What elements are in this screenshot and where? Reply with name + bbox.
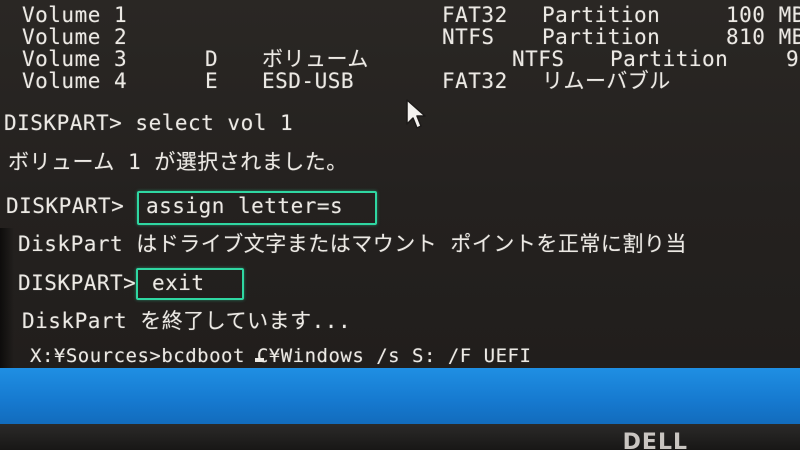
volume-label: ESD-USB xyxy=(262,69,355,93)
cmdline-prefix: X:¥Sources>bcdboot C xyxy=(30,345,269,367)
taskbar-blue xyxy=(0,368,800,424)
cmdline-suffix: ¥Windows /s S: /F UEFI xyxy=(268,345,532,367)
dell-logo: DELL xyxy=(622,430,688,450)
message-diskpart-exiting: DiskPart を終了しています... xyxy=(22,309,352,333)
volume-letter: E xyxy=(205,69,219,93)
prompt-select-vol: DISKPART> select vol 1 xyxy=(4,111,294,135)
message-volume-selected: ボリューム 1 が選択されました。 xyxy=(8,150,348,174)
volume-fs: FAT32 xyxy=(442,69,508,93)
exit-command-highlight xyxy=(136,268,244,300)
message-assign-success: DiskPart はドライブ文字またはマウント ポイントを正常に割り当 xyxy=(18,232,687,256)
prompt-assign: DISKPART> xyxy=(6,194,125,218)
volume-type: リムーバブル xyxy=(542,69,671,93)
volume-name: Volume 4 xyxy=(22,69,128,93)
command-prompt-window: Volume 1 FAT32 Partition 100 MB Volume 2… xyxy=(0,0,800,368)
prompt-exit: DISKPART> xyxy=(18,271,137,295)
assign-command-highlight xyxy=(137,191,377,225)
text-cursor xyxy=(254,358,264,362)
volume-size: 9 xyxy=(786,47,800,71)
monitor-photo: Volume 1 FAT32 Partition 100 MB Volume 2… xyxy=(0,0,800,450)
mouse-pointer-icon xyxy=(406,99,426,129)
bcdboot-command-line[interactable]: X:¥Sources>bcdboot C¥Windows /s S: /F UE… xyxy=(30,343,531,368)
volume-fs: NTFS xyxy=(442,25,495,49)
